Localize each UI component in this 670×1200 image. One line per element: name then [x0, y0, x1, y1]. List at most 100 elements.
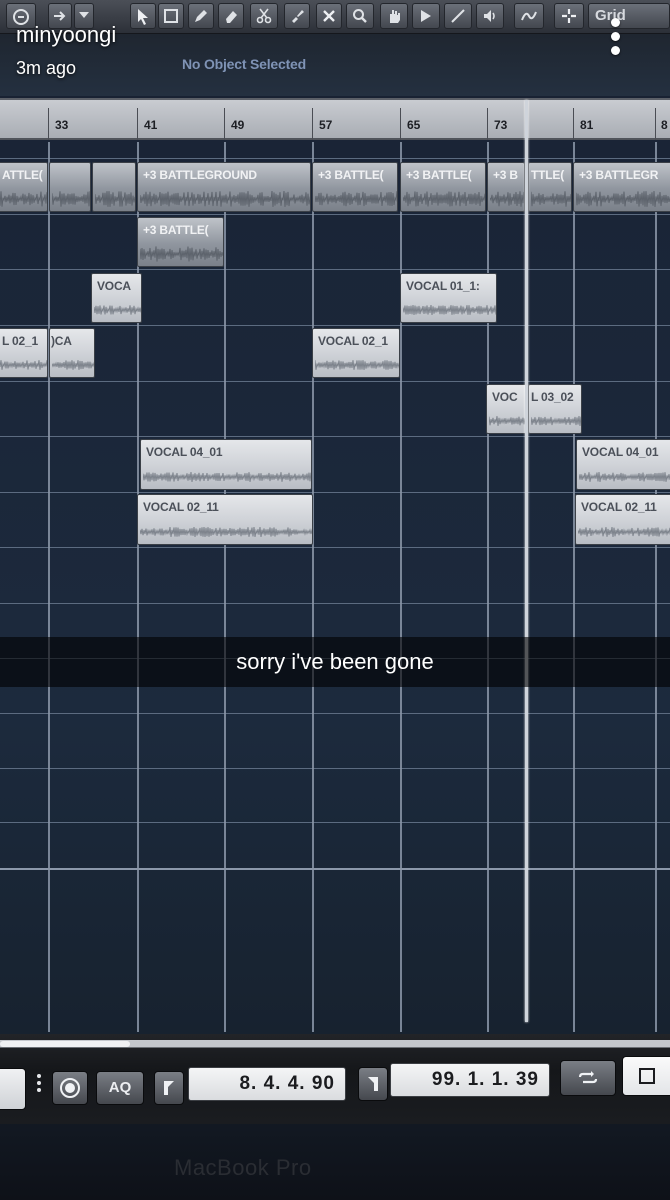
bar-number: 8 — [661, 118, 668, 132]
waveform — [490, 191, 524, 207]
clip-label: +3 BATTLEGR — [579, 168, 659, 182]
audio-clip[interactable]: VOCAL 02_11 — [575, 494, 670, 545]
clip-label: VOC — [492, 390, 518, 404]
bar-number: 49 — [231, 118, 245, 132]
hand-icon[interactable] — [380, 3, 408, 29]
scissors-icon[interactable] — [250, 3, 278, 29]
clip-label: +3 B — [493, 168, 518, 182]
bar-gridline — [48, 142, 50, 1032]
audio-clip[interactable]: VOC — [486, 384, 527, 434]
track-divider — [0, 822, 670, 823]
audio-clip[interactable] — [92, 162, 136, 212]
waveform — [531, 415, 581, 427]
ruler-tick — [400, 108, 401, 140]
track-divider — [0, 158, 670, 159]
scrollbar-thumb[interactable] — [0, 1041, 130, 1047]
daw-screen: Grid No Object Selected 33 41 49 57 65 7… — [0, 0, 670, 1200]
audio-clip[interactable]: )CA — [49, 328, 95, 378]
clip-label: )CA — [51, 334, 72, 348]
ruler-tick — [48, 108, 49, 140]
stop-icon[interactable] — [622, 1056, 670, 1096]
bar-number: 73 — [494, 118, 508, 132]
track-divider — [0, 214, 670, 215]
waveform — [52, 360, 94, 370]
play-audition-icon[interactable] — [412, 3, 440, 29]
bar-gridline — [655, 142, 657, 1032]
snap-username[interactable]: minyoongi — [16, 22, 116, 48]
clip-label: L 02_1 — [2, 334, 38, 348]
audio-clip[interactable] — [49, 162, 91, 212]
audio-clip[interactable]: +3 BATTLE( — [137, 217, 224, 267]
right-locator-field[interactable]: 99. 1. 1. 39 — [390, 1063, 550, 1097]
audio-clip[interactable]: L 02_1 — [0, 328, 48, 378]
timeline-ruler[interactable] — [0, 98, 670, 140]
audio-clip[interactable]: +3 BATTLE( — [400, 162, 486, 212]
audio-clip[interactable]: VOCAL 04_01 — [140, 439, 312, 490]
auto-quantize-button[interactable]: AQ — [96, 1071, 144, 1105]
zoom-icon[interactable] — [346, 3, 374, 29]
laptop-bezel-label: MacBook Pro — [174, 1155, 312, 1180]
more-vertical-icon[interactable] — [606, 18, 626, 56]
audio-clip[interactable]: VOCA — [91, 273, 142, 323]
track-divider — [0, 547, 670, 548]
audio-clip[interactable]: +3 BATTLE( — [312, 162, 398, 212]
transport-left-panel[interactable] — [0, 1068, 26, 1110]
right-locator-icon[interactable] — [358, 1067, 388, 1101]
clip-label: +3 BATTLE( — [143, 223, 209, 237]
glue-icon[interactable] — [284, 3, 310, 29]
grid-type-select[interactable]: Grid — [588, 3, 670, 29]
bar-number: 33 — [55, 118, 69, 132]
audio-clip[interactable]: ATTLE( — [0, 162, 48, 212]
clip-label: VOCAL 01_1: — [406, 279, 480, 293]
audio-clip[interactable]: TTLE( — [528, 162, 572, 212]
waveform — [140, 191, 310, 207]
snap-curve-icon[interactable] — [514, 3, 544, 29]
ruler-tick — [573, 108, 574, 140]
pointer-icon[interactable] — [130, 3, 156, 29]
audio-clip[interactable]: +3 B — [487, 162, 525, 212]
waveform — [531, 191, 571, 207]
audio-clip[interactable]: VOCAL 04_01 — [576, 439, 670, 490]
audio-clip[interactable]: VOCAL 02_11 — [137, 494, 313, 545]
waveform — [140, 526, 312, 538]
waveform — [315, 191, 397, 207]
audio-clip[interactable]: L 03_02 — [528, 384, 582, 434]
bar-gridline — [224, 142, 226, 1032]
clip-label: VOCAL 02_11 — [143, 500, 219, 514]
left-locator-field[interactable]: 8. 4. 4. 90 — [188, 1067, 346, 1101]
waveform — [52, 191, 90, 207]
pencil-icon[interactable] — [188, 3, 214, 29]
audio-clip[interactable]: VOCAL 01_1: — [400, 273, 497, 323]
clip-label: +3 BATTLE( — [406, 168, 472, 182]
bar-gridline — [573, 142, 575, 1032]
audio-clip[interactable]: VOCAL 02_1 — [312, 328, 400, 378]
audio-clip[interactable]: +3 BATTLEGROUND — [137, 162, 311, 212]
record-mode-icon[interactable] — [52, 1071, 88, 1105]
track-divider — [0, 603, 670, 604]
clip-label: VOCAL 04_01 — [582, 445, 659, 459]
waveform — [143, 471, 311, 483]
clip-label: +3 BATTLE( — [318, 168, 384, 182]
waveform — [403, 191, 485, 207]
speaker-icon[interactable] — [476, 3, 504, 29]
waveform — [576, 191, 670, 207]
clip-label: VOCAL 04_01 — [146, 445, 223, 459]
menu-dots-icon[interactable] — [32, 1072, 46, 1106]
cycle-icon[interactable] — [560, 1060, 616, 1096]
playhead-cursor[interactable] — [525, 100, 528, 1022]
waveform — [579, 472, 670, 483]
eraser-icon[interactable] — [218, 3, 244, 29]
track-divider — [0, 269, 670, 270]
bar-number: 81 — [580, 118, 594, 132]
clip-label: L 03_02 — [531, 390, 574, 404]
info-line-status: No Object Selected — [182, 56, 306, 72]
clip-label: ATTLE( — [2, 168, 43, 182]
waveform — [0, 191, 47, 207]
line-icon[interactable] — [444, 3, 472, 29]
left-locator-icon[interactable] — [154, 1071, 184, 1105]
select-icon[interactable] — [158, 3, 184, 29]
clip-label: VOCAL 02_11 — [581, 500, 657, 514]
audio-clip[interactable]: +3 BATTLEGR — [573, 162, 670, 212]
mute-x-icon[interactable] — [316, 3, 342, 29]
snap-grid-icon[interactable] — [554, 3, 584, 29]
